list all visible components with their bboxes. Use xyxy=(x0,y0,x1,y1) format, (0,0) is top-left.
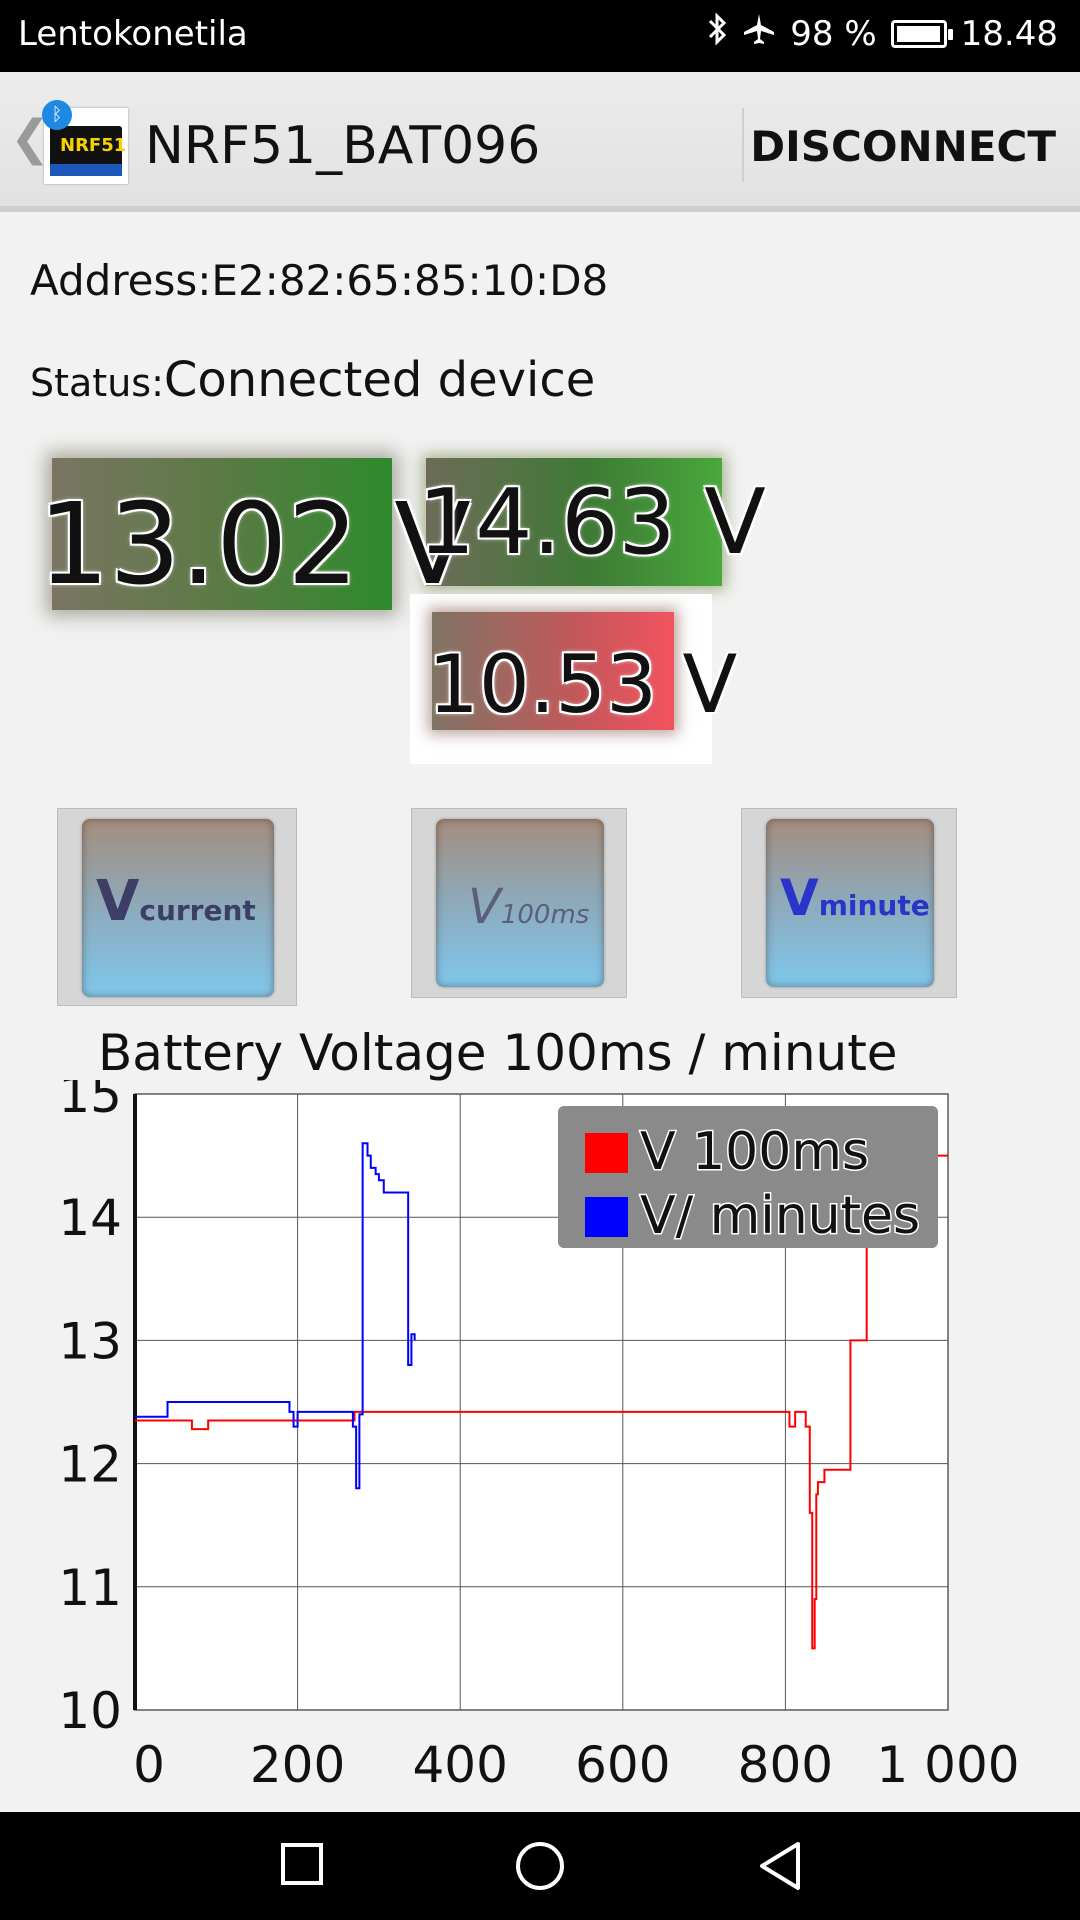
bluetooth-badge-icon: ᛒ xyxy=(42,100,72,130)
connection-status: Status:Connected device xyxy=(30,352,595,408)
recents-icon[interactable] xyxy=(278,1840,326,1892)
legend-swatch xyxy=(585,1133,628,1173)
action-bar: ❮ NRF51 ᛒ NRF51_BAT096 DISCONNECT xyxy=(0,72,1080,212)
voltage-chart: 0 200 400 600 800 1 000 15 14 13 12 11 10 V 100msV/ … xyxy=(58,1080,1019,1794)
max-voltage: 14.63 V xyxy=(418,470,766,575)
vcurrent-label: Vcurrent xyxy=(96,869,256,934)
car-battery-icon: NRF51 xyxy=(50,126,126,176)
y-tick-label: 15 xyxy=(58,1080,122,1124)
airplane-mode-text: Lentokonetila xyxy=(18,14,248,54)
x-tick-label: 1 000 xyxy=(876,1736,1019,1794)
y-tick-label: 11 xyxy=(58,1559,122,1617)
battery-icon xyxy=(890,19,953,48)
status-value: Connected device xyxy=(163,352,596,408)
clock: 18.48 xyxy=(960,13,1058,54)
v100ms-button[interactable]: V100ms xyxy=(411,808,627,998)
y-tick-label: 10 xyxy=(58,1682,122,1740)
x-tick-label: 800 xyxy=(738,1736,833,1794)
battery-percent: 98 % xyxy=(790,13,877,54)
status-label: Status: xyxy=(30,361,164,405)
app-icon-label: NRF51 xyxy=(60,135,127,156)
bluetooth-icon xyxy=(706,12,728,55)
x-tick-label: 200 xyxy=(250,1736,345,1794)
airplane-icon xyxy=(742,12,776,55)
disconnect-button[interactable]: DISCONNECT xyxy=(750,122,1056,171)
current-voltage: 13.02 V xyxy=(38,480,471,610)
v100ms-label: V100ms xyxy=(468,879,590,935)
back-icon[interactable] xyxy=(756,1840,804,1896)
device-address: Address:E2:82:65:85:10:D8 xyxy=(30,256,609,305)
x-tick-label: 0 xyxy=(133,1736,165,1794)
chart-title: Battery Voltage 100ms / minute xyxy=(98,1024,898,1082)
vcurrent-button[interactable]: Vcurrent xyxy=(57,808,297,1006)
status-bar: Lentokonetila 98 % 18.48 xyxy=(0,0,1080,72)
x-tick-label: 600 xyxy=(575,1736,670,1794)
app-icon[interactable]: NRF51 ᛒ xyxy=(42,100,128,184)
x-tick-label: 400 xyxy=(412,1736,507,1794)
home-icon[interactable] xyxy=(514,1840,566,1896)
legend-swatch xyxy=(585,1197,628,1237)
vminute-label: Vminute xyxy=(780,869,930,927)
legend-label: V 100ms xyxy=(640,1122,869,1182)
y-tick-label: 12 xyxy=(58,1436,122,1494)
action-divider xyxy=(742,108,744,182)
legend-label: V/ minutes xyxy=(640,1186,920,1246)
min-voltage: 10.53 V xyxy=(428,638,738,731)
y-tick-label: 14 xyxy=(58,1189,122,1247)
y-tick-label: 13 xyxy=(58,1312,122,1370)
page-title: NRF51_BAT096 xyxy=(145,116,541,176)
navigation-bar xyxy=(0,1812,1080,1920)
vminute-button[interactable]: Vminute xyxy=(741,808,957,998)
